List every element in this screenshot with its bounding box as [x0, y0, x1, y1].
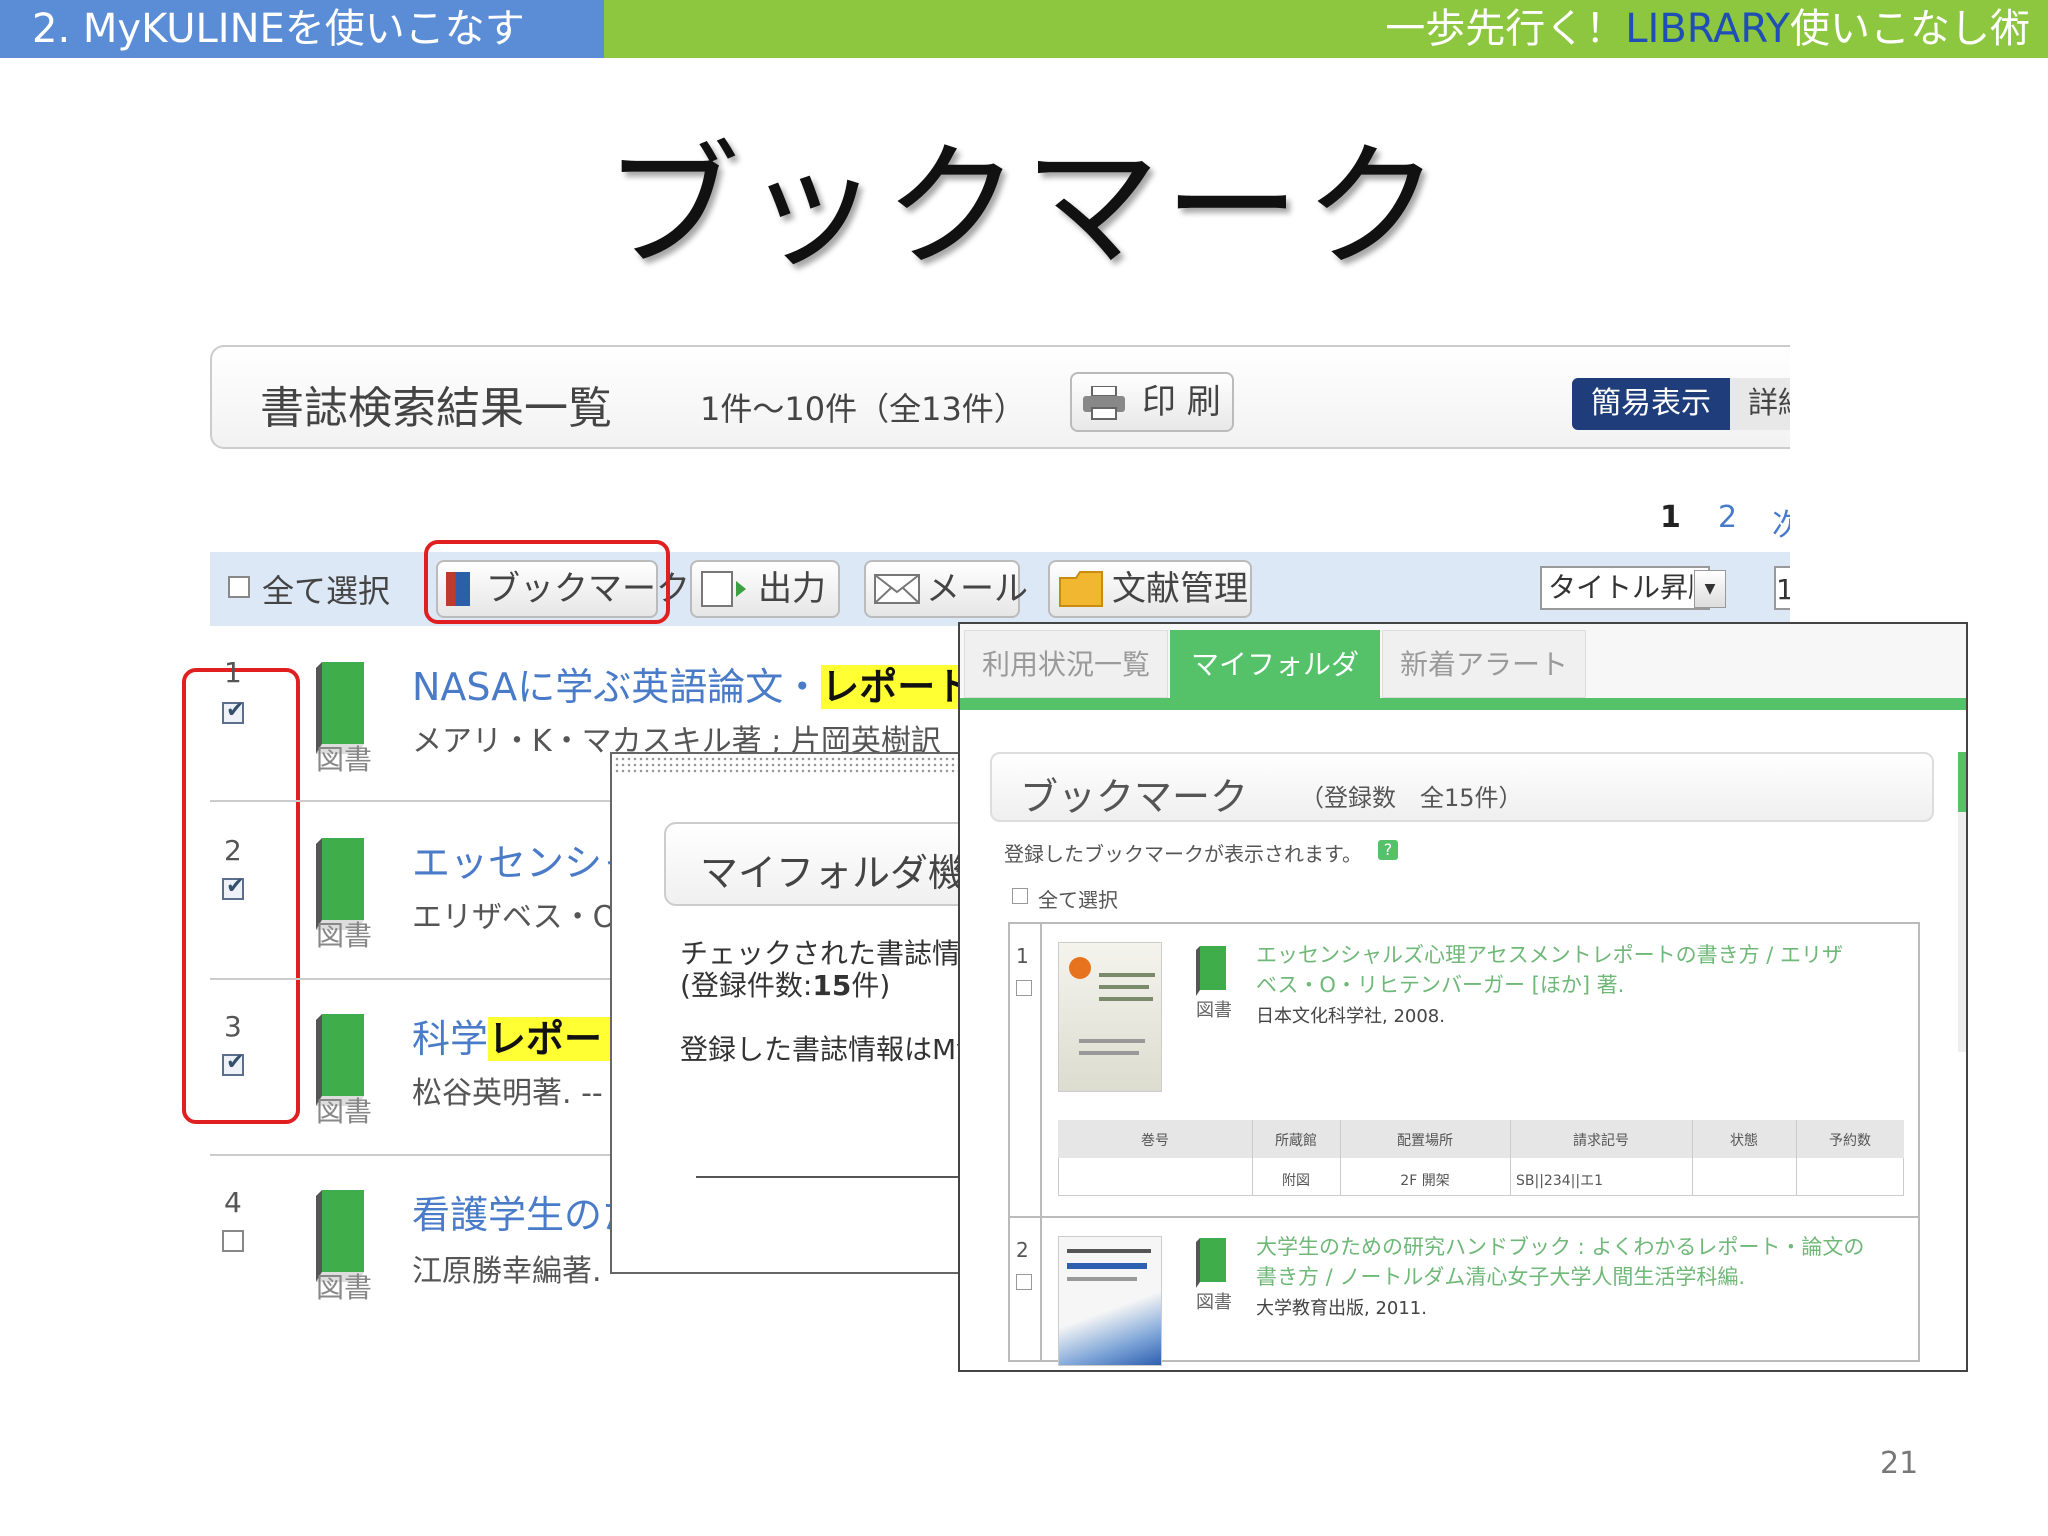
list-row-divider — [1008, 1216, 1920, 1218]
result-title-link[interactable]: 看護学生のた — [412, 1184, 640, 1239]
popup-message-line3: 登録した書誌情報はMyK — [680, 1033, 974, 1066]
bookmark-title-link[interactable]: 大学生のための研究ハンドブック : よくわかるレポート・論文の書き方 / ノート… — [1256, 1232, 1876, 1292]
result-author: 江原勝幸編著. — [412, 1254, 602, 1289]
bookmark-select-all-label: 全て選択 — [1038, 888, 1118, 912]
row-number: 4 — [224, 1186, 242, 1219]
select-all-label: 全て選択 — [262, 572, 391, 610]
book-icon — [1196, 1238, 1226, 1288]
page-next-link[interactable]: 次 — [1772, 500, 1790, 544]
sort-select[interactable]: タイトル昇順 — [1540, 566, 1710, 610]
printer-icon — [1083, 386, 1125, 420]
results-count: 1件～10件（全13件） — [700, 390, 1026, 428]
result-title-link[interactable]: エッセンシャ — [412, 832, 640, 887]
slide-tagline: 一歩先行く！LIBRARY使いこなし術 — [604, 0, 2048, 58]
title-text: NASAに学ぶ英語論文・ — [412, 665, 822, 709]
tagline-after: 使いこなし術 — [1790, 6, 2030, 52]
material-type-label: 図書 — [1196, 1000, 1232, 1021]
holdings-header-status: 状態 — [1730, 1133, 1758, 1149]
row-number: 1 — [224, 656, 242, 689]
bookmark-item-checkbox[interactable] — [1016, 980, 1032, 996]
popup-title: マイフォルダ機能 — [700, 851, 974, 895]
export-icon — [701, 571, 746, 607]
bookmark-item-number: 1 — [1016, 944, 1029, 968]
view-simple-button[interactable]: 簡易表示 — [1572, 378, 1730, 430]
tab-new-alert[interactable]: 新着アラート — [1382, 630, 1586, 698]
result-author: 松谷英明著. -- — [412, 1076, 603, 1111]
bookmark-item-number: 2 — [1016, 1238, 1029, 1262]
mail-icon — [874, 574, 920, 604]
holdings-header-library: 所蔵館 — [1275, 1133, 1317, 1149]
popup-message-line2: (登録件数:15件) — [680, 964, 890, 1004]
tagline-library: LIBRARY — [1625, 6, 1790, 52]
bookmark-publisher: 日本文化科学社, 2008. — [1256, 1006, 1445, 1027]
row-checkbox[interactable] — [222, 874, 244, 900]
row-divider — [210, 978, 610, 980]
material-type-label: 図書 — [316, 743, 373, 776]
material-type-label: 図書 — [1196, 1292, 1232, 1313]
sort-dropdown-arrow-icon[interactable]: ▼ — [1694, 570, 1726, 608]
holdings-header-location: 配置場所 — [1397, 1133, 1453, 1149]
popup-drag-handle[interactable] — [614, 756, 974, 774]
tagline-before: 一歩先行く！ — [1385, 6, 1626, 52]
result-title-link[interactable]: 科学レポート — [412, 1008, 641, 1063]
bookmark-description: 登録したブックマークが表示されます。 — [1004, 842, 1362, 866]
row-number: 3 — [224, 1010, 242, 1043]
section-title: 2. MyKULINEを使いこなす — [0, 0, 604, 58]
row-number: 2 — [224, 834, 242, 867]
book-icon — [1196, 946, 1226, 996]
title-text: 科学 — [412, 1017, 489, 1061]
help-icon[interactable]: ? — [1378, 840, 1398, 860]
slide-page-number: 21 — [1880, 1446, 1919, 1481]
material-type-label: 図書 — [316, 919, 373, 952]
tab-my-folder[interactable]: マイフォルダ — [1170, 630, 1380, 698]
result-title-link[interactable]: NASAに学ぶ英語論文・レポートの — [412, 656, 1011, 711]
select-all-checkbox[interactable] — [228, 576, 250, 598]
material-type-label: 図書 — [316, 1095, 373, 1128]
result-author: エリザベス・O — [412, 900, 617, 935]
tab-usage-status[interactable]: 利用状況一覧 — [964, 630, 1168, 698]
view-detail-button[interactable]: 詳細 — [1730, 378, 1790, 430]
registered-count: 15 — [812, 969, 852, 1002]
per-page-select[interactable]: 10 — [1774, 566, 1790, 610]
scrollbar-thumb[interactable] — [1958, 752, 1966, 812]
bookmark-title: ブックマーク — [1020, 775, 1249, 819]
list-column-divider — [1040, 922, 1042, 1362]
folder-icon — [1059, 571, 1103, 607]
row-checkbox[interactable] — [222, 698, 244, 724]
holdings-cell-location: 2F 開架 — [1400, 1173, 1450, 1189]
count-prefix: (登録件数: — [680, 969, 813, 1002]
bookmark-select-all-checkbox[interactable] — [1012, 888, 1028, 904]
holdings-cell-library: 附図 — [1282, 1173, 1310, 1189]
popup-divider — [696, 1176, 976, 1178]
row-divider — [210, 800, 610, 802]
bookmark-title-link[interactable]: エッセンシャルズ心理アセスメントレポートの書き方 / エリザベス・O・リヒテンバ… — [1256, 940, 1856, 1000]
row-divider — [210, 1154, 610, 1156]
holdings-header-reservations: 予約数 — [1829, 1133, 1871, 1149]
book-cover-image[interactable] — [1058, 942, 1162, 1092]
holdings-cell-callno: SB||234||エ1 — [1516, 1173, 1603, 1189]
count-suffix: 件) — [851, 969, 891, 1002]
results-title: 書誌検索結果一覧 — [260, 383, 612, 434]
bookmark-item-checkbox[interactable] — [1016, 1274, 1032, 1290]
bookmark-button-highlight — [424, 540, 670, 624]
page-1-link[interactable]: 1 — [1660, 500, 1681, 535]
material-type-label: 図書 — [316, 1271, 373, 1304]
page-2-link[interactable]: 2 — [1718, 500, 1737, 535]
book-cover-image[interactable] — [1058, 1236, 1162, 1366]
title-highlight: レポート — [821, 665, 974, 709]
row-checkbox[interactable] — [222, 1230, 244, 1252]
slide-title: ブックマーク — [604, 129, 1444, 287]
holdings-header-volume: 巻号 — [1141, 1133, 1169, 1149]
holdings-header-callno: 請求記号 — [1573, 1133, 1629, 1149]
tab-underline — [960, 698, 1966, 710]
row-checkbox[interactable] — [222, 1050, 244, 1076]
bookmark-publisher: 大学教育出版, 2011. — [1256, 1298, 1427, 1319]
bookmark-count: （登録数 全15件） — [1300, 784, 1523, 812]
